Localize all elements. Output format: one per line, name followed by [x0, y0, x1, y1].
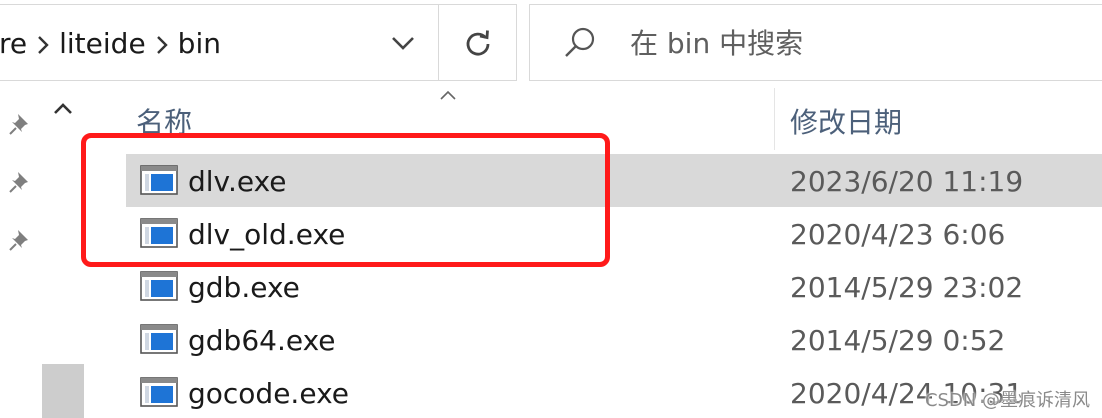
exe-file-icon	[140, 271, 178, 301]
breadcrumb: re liteide bin	[0, 5, 221, 82]
search-icon	[565, 27, 595, 57]
file-name: gocode.exe	[188, 377, 349, 410]
file-list: dlv.exe 2023/6/20 11:19 dlv_old.exe 2020…	[90, 154, 1102, 418]
file-date-modified: 2014/5/29 0:52	[790, 324, 1006, 357]
chevron-up-icon	[54, 103, 72, 114]
list-item[interactable]: gdb.exe 2014/5/29 23:02	[90, 260, 1102, 313]
watermark: CSDN @墨痕诉清风	[924, 390, 1090, 411]
exe-file-icon	[140, 218, 178, 248]
file-date-modified: 2023/6/20 11:19	[790, 165, 1024, 198]
column-divider[interactable]	[774, 88, 775, 150]
file-name: gdb64.exe	[188, 324, 336, 357]
chevron-right-icon[interactable]	[146, 27, 178, 60]
breadcrumb-item-liteide[interactable]: liteide	[59, 27, 146, 60]
search-input[interactable]: 在 bin 中搜索	[630, 5, 803, 82]
refresh-icon	[466, 29, 489, 55]
address-history-dropdown[interactable]	[369, 5, 437, 80]
scrollbar-thumb[interactable]	[42, 364, 84, 418]
refresh-button[interactable]	[438, 5, 516, 80]
scroll-up-button[interactable]	[42, 94, 84, 124]
file-date-modified: 2014/5/29 23:02	[790, 271, 1024, 304]
sort-ascending-icon	[440, 90, 456, 100]
address-bar[interactable]: re liteide bin	[0, 4, 517, 81]
navigation-pane	[0, 88, 90, 418]
column-header-name[interactable]: 名称	[136, 88, 192, 150]
pin-icon[interactable]	[6, 166, 36, 196]
file-name: dlv_old.exe	[188, 218, 346, 251]
column-header: 名称 修改日期	[90, 88, 1102, 150]
exe-file-icon	[140, 377, 178, 407]
column-header-date-modified[interactable]: 修改日期	[790, 88, 902, 150]
list-item[interactable]: dlv_old.exe 2020/4/23 6:06	[90, 207, 1102, 260]
list-item[interactable]: gdb64.exe 2014/5/29 0:52	[90, 313, 1102, 366]
chevron-right-icon[interactable]	[27, 27, 59, 60]
file-name: gdb.exe	[188, 271, 300, 304]
breadcrumb-item-bin[interactable]: bin	[178, 27, 221, 60]
file-explorer-window: re liteide bin 在 bin 中搜索 名称 修改日期 dlv.exe…	[0, 0, 1102, 418]
file-date-modified: 2020/4/23 6:06	[790, 218, 1006, 251]
search-box[interactable]: 在 bin 中搜索	[529, 4, 1102, 81]
list-item[interactable]: dlv.exe 2023/6/20 11:19	[90, 154, 1102, 207]
breadcrumb-item-parent[interactable]: re	[0, 27, 27, 60]
file-name: dlv.exe	[188, 165, 287, 198]
pin-icon[interactable]	[6, 108, 36, 138]
pin-icon[interactable]	[6, 224, 36, 254]
exe-file-icon	[140, 165, 178, 195]
exe-file-icon	[140, 324, 178, 354]
nav-scrollbar[interactable]	[42, 88, 84, 418]
chevron-down-icon	[392, 36, 414, 50]
